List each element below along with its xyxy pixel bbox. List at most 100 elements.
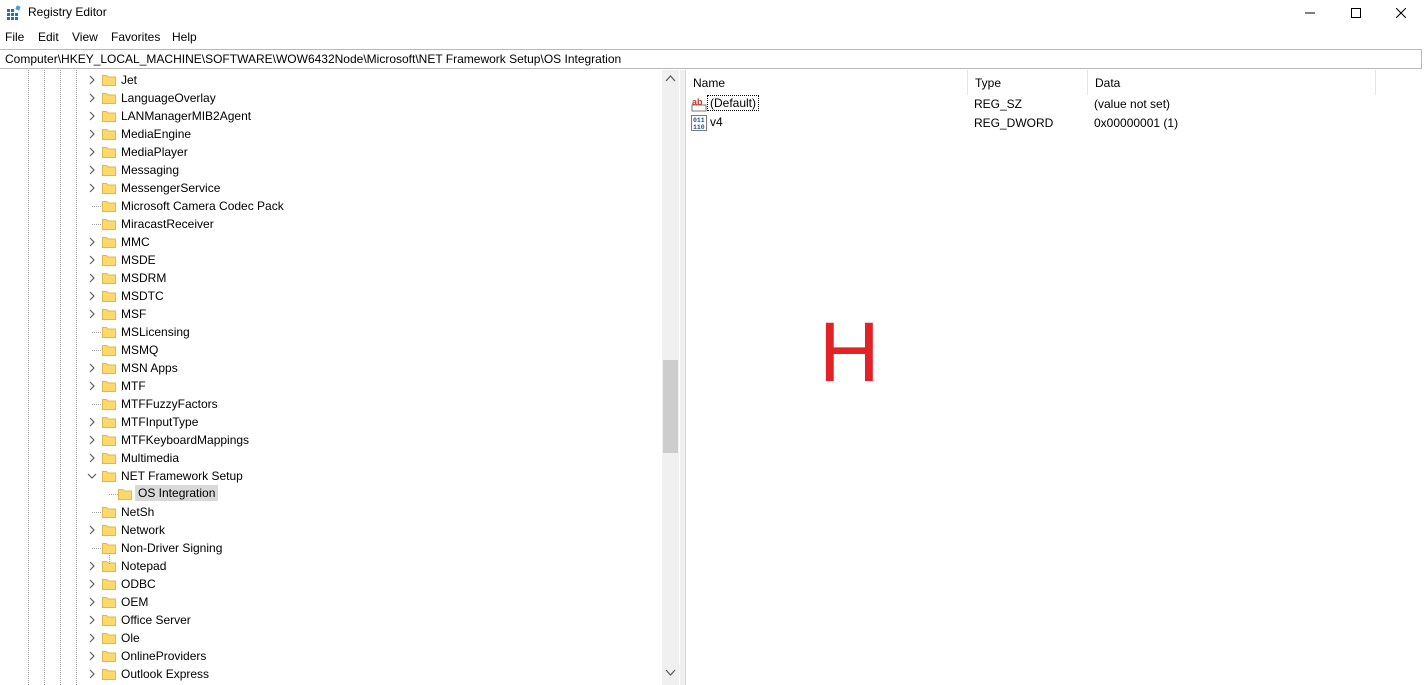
menu-help[interactable]: Help bbox=[172, 30, 197, 44]
menu-favorites[interactable]: Favorites bbox=[111, 30, 160, 44]
tree-item[interactable]: MSMQ bbox=[0, 341, 660, 359]
folder-icon bbox=[102, 451, 116, 464]
chevron-right-icon[interactable] bbox=[86, 92, 98, 104]
chevron-right-icon[interactable] bbox=[86, 254, 98, 266]
menu-file[interactable]: File bbox=[5, 30, 24, 44]
svg-text:ab: ab bbox=[692, 97, 703, 107]
tree-item[interactable]: MessengerService bbox=[0, 179, 660, 197]
tree-item[interactable]: LanguageOverlay bbox=[0, 89, 660, 107]
chevron-right-icon[interactable] bbox=[86, 290, 98, 302]
column-header-type-label: Type bbox=[975, 76, 1002, 90]
address-bar[interactable]: Computer\HKEY_LOCAL_MACHINE\SOFTWARE\WOW… bbox=[0, 49, 1422, 69]
close-button[interactable] bbox=[1378, 0, 1424, 26]
tree-item[interactable]: OEM bbox=[0, 593, 660, 611]
tree-item[interactable]: ODBC bbox=[0, 575, 660, 593]
tree-item[interactable]: MSLicensing bbox=[0, 323, 660, 341]
tree-item[interactable]: OS Integration bbox=[0, 485, 660, 503]
chevron-right-icon[interactable] bbox=[86, 416, 98, 428]
tree-item[interactable]: Notepad bbox=[0, 557, 660, 575]
chevron-right-icon[interactable] bbox=[86, 434, 98, 446]
chevron-right-icon[interactable] bbox=[86, 74, 98, 86]
column-header-data[interactable]: Data bbox=[1088, 70, 1376, 95]
tree-item[interactable]: MSDTC bbox=[0, 287, 660, 305]
tree-item[interactable]: MSF bbox=[0, 305, 660, 323]
value-data: 0x00000001 (1) bbox=[1094, 116, 1179, 130]
folder-icon bbox=[102, 613, 116, 626]
tree-item[interactable]: MTFInputType bbox=[0, 413, 660, 431]
chevron-right-icon[interactable] bbox=[86, 560, 98, 572]
tree-item[interactable]: MediaPlayer bbox=[0, 143, 660, 161]
folder-icon bbox=[102, 415, 116, 428]
chevron-right-icon[interactable] bbox=[86, 596, 98, 608]
chevron-right-icon[interactable] bbox=[86, 650, 98, 662]
tree-item[interactable]: MiracastReceiver bbox=[0, 215, 660, 233]
tree-item-label: OnlineProviders bbox=[121, 649, 207, 663]
tree-vertical-scrollbar[interactable] bbox=[662, 70, 679, 685]
tree-item[interactable]: MTFKeyboardMappings bbox=[0, 431, 660, 449]
tree-item[interactable]: Messaging bbox=[0, 161, 660, 179]
folder-icon bbox=[102, 253, 116, 266]
folder-icon bbox=[102, 199, 116, 212]
tree-item[interactable]: NET Framework Setup bbox=[0, 467, 660, 485]
tree-item[interactable]: MediaEngine bbox=[0, 125, 660, 143]
menu-edit[interactable]: Edit bbox=[38, 30, 59, 44]
maximize-button[interactable] bbox=[1333, 0, 1379, 26]
tree-item[interactable]: MSN Apps bbox=[0, 359, 660, 377]
chevron-right-icon[interactable] bbox=[86, 182, 98, 194]
menu-view[interactable]: View bbox=[72, 30, 98, 44]
folder-icon bbox=[102, 667, 116, 680]
tree-item[interactable]: LANManagerMIB2Agent bbox=[0, 107, 660, 125]
tree-item[interactable]: MTFFuzzyFactors bbox=[0, 395, 660, 413]
registry-editor-app-icon bbox=[7, 5, 21, 20]
tree-item-label: MSF bbox=[121, 307, 147, 321]
tree-item[interactable]: Multimedia bbox=[0, 449, 660, 467]
scroll-down-arrow-icon[interactable] bbox=[665, 669, 676, 677]
tree-item[interactable]: Microsoft Camera Codec Pack bbox=[0, 197, 660, 215]
folder-icon bbox=[102, 379, 116, 392]
chevron-right-icon[interactable] bbox=[86, 632, 98, 644]
column-header-type[interactable]: Type bbox=[968, 70, 1088, 95]
chevron-right-icon[interactable] bbox=[86, 578, 98, 590]
tree-item[interactable]: Outlook Express bbox=[0, 665, 660, 683]
chevron-right-icon[interactable] bbox=[86, 308, 98, 320]
tree-item[interactable]: MSDRM bbox=[0, 269, 660, 287]
tree-item[interactable]: Jet bbox=[0, 71, 660, 89]
chevron-right-icon[interactable] bbox=[86, 272, 98, 284]
registry-values-list[interactable]: Name Type Data ab (Default) REG_SZ (value n… bbox=[686, 70, 1424, 685]
chevron-right-icon[interactable] bbox=[86, 110, 98, 122]
tree-connector-line bbox=[92, 350, 101, 351]
registry-key-tree[interactable]: Jet LanguageOverlay LANManagerMIB2Agent Med… bbox=[0, 70, 680, 685]
chevron-right-icon[interactable] bbox=[86, 164, 98, 176]
chevron-right-icon[interactable] bbox=[86, 128, 98, 140]
tree-item[interactable]: Network bbox=[0, 521, 660, 539]
tree-item[interactable]: Ole bbox=[0, 629, 660, 647]
tree-item[interactable]: Office Server bbox=[0, 611, 660, 629]
tree-item[interactable]: Non-Driver Signing bbox=[0, 539, 660, 557]
tree-item[interactable]: NetSh bbox=[0, 503, 660, 521]
folder-icon bbox=[102, 631, 116, 644]
chevron-right-icon[interactable] bbox=[86, 236, 98, 248]
chevron-right-icon[interactable] bbox=[86, 146, 98, 158]
tree-item-label: MediaPlayer bbox=[121, 145, 188, 159]
tree-item-label: NET Framework Setup bbox=[121, 469, 243, 483]
chevron-right-icon[interactable] bbox=[86, 380, 98, 392]
scrollbar-thumb[interactable] bbox=[663, 360, 678, 453]
tree-item[interactable]: MTF bbox=[0, 377, 660, 395]
chevron-right-icon[interactable] bbox=[86, 668, 98, 680]
value-row[interactable]: 011 110 v4 REG_DWORD 0x00000001 (1) bbox=[686, 114, 1386, 132]
scroll-up-arrow-icon[interactable] bbox=[665, 74, 676, 82]
value-row[interactable]: ab (Default) REG_SZ (value not set) bbox=[686, 95, 1386, 113]
chevron-right-icon[interactable] bbox=[86, 452, 98, 464]
column-header-name[interactable]: Name bbox=[686, 70, 968, 95]
tree-item-label: MSDRM bbox=[121, 271, 167, 285]
tree-item[interactable]: OnlineProviders bbox=[0, 647, 660, 665]
folder-icon bbox=[102, 433, 116, 446]
folder-icon bbox=[102, 469, 116, 482]
chevron-right-icon[interactable] bbox=[86, 362, 98, 374]
chevron-down-icon[interactable] bbox=[86, 470, 98, 482]
tree-item[interactable]: MSDE bbox=[0, 251, 660, 269]
tree-item[interactable]: MMC bbox=[0, 233, 660, 251]
chevron-right-icon[interactable] bbox=[86, 614, 98, 626]
chevron-right-icon[interactable] bbox=[86, 524, 98, 536]
minimize-button[interactable] bbox=[1287, 0, 1333, 26]
